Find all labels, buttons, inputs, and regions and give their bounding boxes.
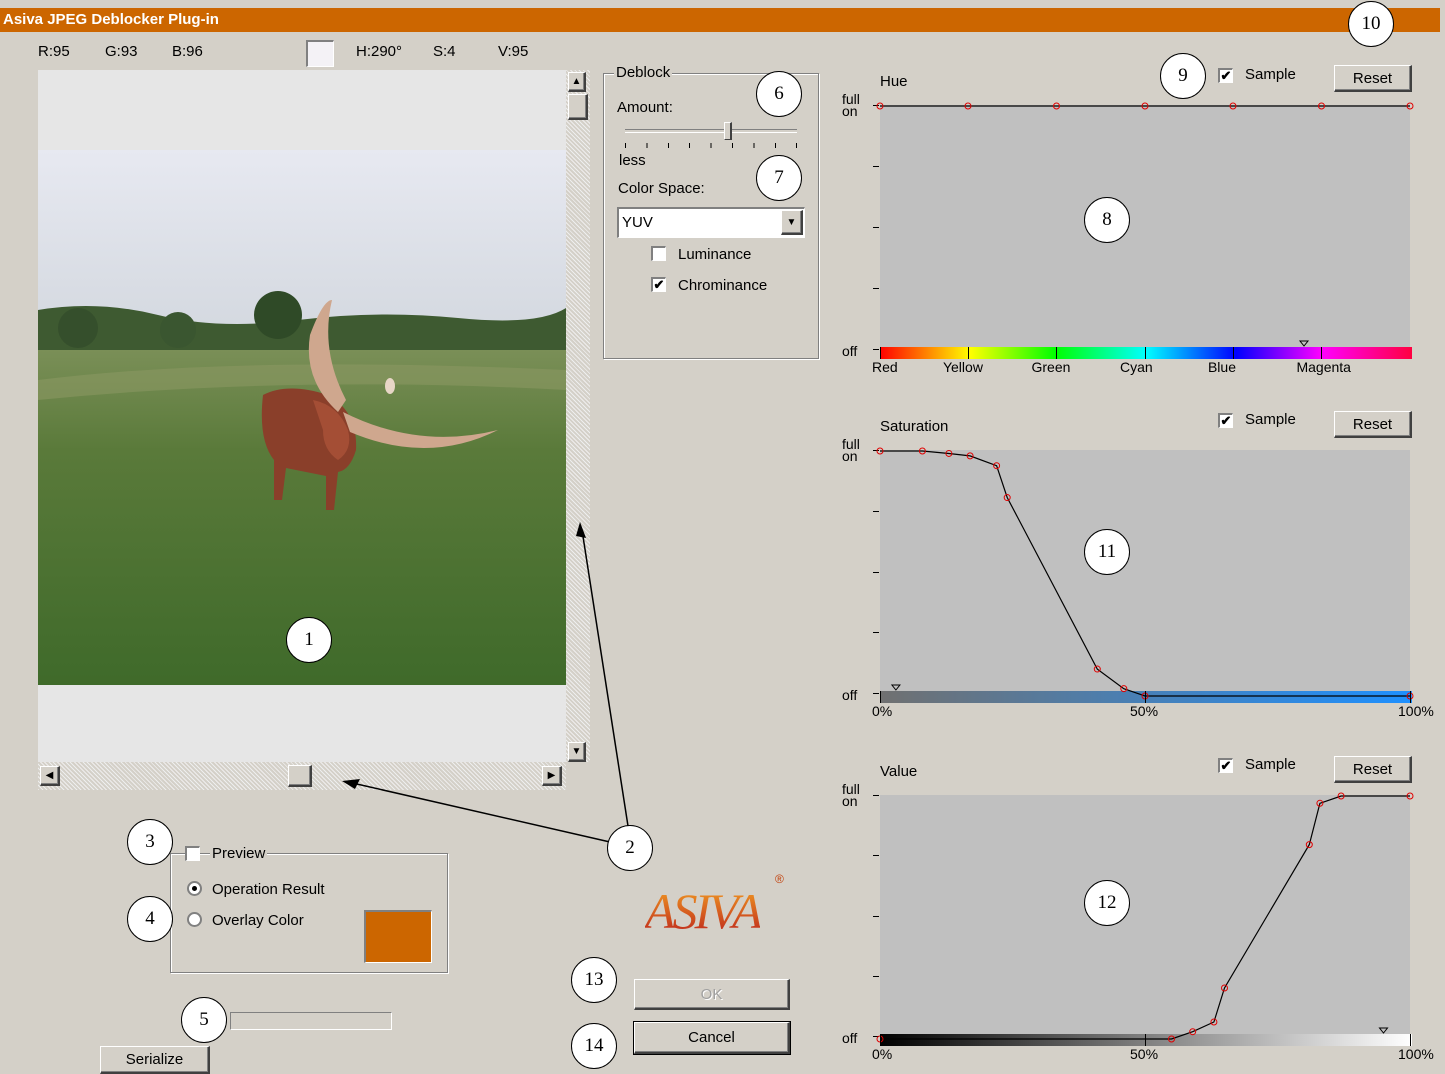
callout-13: 13 xyxy=(571,957,617,1003)
callout-14: 14 xyxy=(571,1023,617,1069)
callout-11: 11 xyxy=(1084,529,1130,575)
callout-8: 8 xyxy=(1084,197,1130,243)
callout-5: 5 xyxy=(181,997,227,1043)
callout-9: 9 xyxy=(1160,53,1206,99)
arrowhead-icon xyxy=(342,779,360,789)
callout-6: 6 xyxy=(756,71,802,117)
callout-10: 10 xyxy=(1348,1,1394,47)
callout-arrows xyxy=(342,522,629,843)
callout-3: 3 xyxy=(127,819,173,865)
callout-arrow-line xyxy=(347,781,611,843)
callout-12: 12 xyxy=(1084,880,1130,926)
callout-1: 1 xyxy=(286,617,332,663)
arrowhead-icon xyxy=(576,522,586,538)
callout-2: 2 xyxy=(607,825,653,871)
callout-4: 4 xyxy=(127,896,173,942)
callout-7: 7 xyxy=(756,155,802,201)
callout-arrow-line xyxy=(581,529,629,827)
